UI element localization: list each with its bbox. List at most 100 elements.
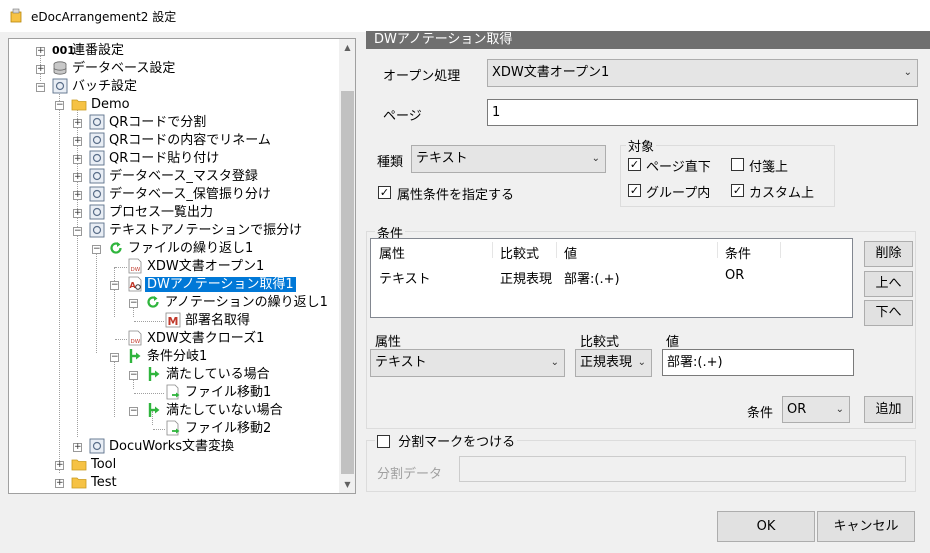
in-group-label: グループ内 bbox=[646, 186, 711, 201]
column-header-attr[interactable]: 属性 bbox=[379, 243, 405, 262]
tree-scrollbar[interactable]: ▲ ▼ bbox=[339, 39, 355, 493]
condition-select[interactable]: OR ⌄ bbox=[782, 396, 850, 423]
ok-button[interactable]: OK bbox=[717, 511, 815, 542]
cancel-button[interactable]: キャンセル bbox=[817, 511, 915, 542]
expand-toggle[interactable]: + bbox=[73, 191, 82, 200]
collapse-toggle[interactable]: − bbox=[92, 245, 101, 254]
cell-attr: テキスト bbox=[379, 272, 431, 287]
move-down-button[interactable]: 下へ bbox=[864, 300, 913, 326]
attr-select[interactable]: テキスト ⌄ bbox=[370, 349, 565, 377]
tree-item-db-storage[interactable]: データベース_保管振り分け bbox=[109, 186, 271, 204]
expand-toggle[interactable]: + bbox=[73, 443, 82, 452]
svg-text:DW: DW bbox=[131, 339, 141, 345]
collapse-toggle[interactable]: − bbox=[129, 299, 138, 308]
open-process-select[interactable]: XDW文書オープン1 ⌄ bbox=[487, 59, 918, 87]
chevron-down-icon: ⌄ bbox=[637, 357, 646, 368]
value-input[interactable]: 部署:(.+) bbox=[662, 349, 854, 376]
database-icon bbox=[53, 61, 67, 75]
compare-select[interactable]: 正規表現 ⌄ bbox=[575, 349, 652, 377]
annotation-get-icon: A bbox=[128, 276, 142, 292]
value-label: 値 bbox=[666, 335, 680, 350]
branch-icon bbox=[148, 403, 160, 417]
svg-text:A: A bbox=[130, 281, 137, 290]
column-header-value[interactable]: 値 bbox=[564, 243, 577, 262]
expand-toggle[interactable]: + bbox=[36, 47, 45, 56]
column-header-compare[interactable]: 比較式 bbox=[500, 243, 539, 262]
scroll-up-icon[interactable]: ▲ bbox=[339, 39, 355, 56]
tree-item-xdw-close[interactable]: XDW文書クローズ1 bbox=[147, 330, 264, 348]
tree-item-text-annotation[interactable]: テキストアノテーションで振分け bbox=[109, 222, 302, 240]
kind-select[interactable]: テキスト ⌄ bbox=[411, 145, 606, 173]
svg-text:DW: DW bbox=[131, 267, 141, 273]
split-mark-label: 分割マークをつける bbox=[398, 435, 516, 450]
tree-item-db-master[interactable]: データベース_マスタ登録 bbox=[109, 168, 258, 186]
split-data-input[interactable] bbox=[459, 456, 906, 482]
page-direct-checkbox[interactable]: ✓ bbox=[628, 158, 641, 171]
collapse-toggle[interactable]: − bbox=[110, 281, 119, 290]
tree-item-qr-paste[interactable]: QRコード貼り付け bbox=[109, 150, 219, 168]
move-up-button[interactable]: 上へ bbox=[864, 271, 913, 297]
folder-icon bbox=[71, 477, 87, 489]
cell-condition: OR bbox=[725, 268, 745, 283]
tree-item-condition-false[interactable]: 満たしていない場合 bbox=[166, 402, 283, 420]
tree-item-process-list[interactable]: プロセス一覧出力 bbox=[109, 204, 213, 222]
collapse-toggle[interactable]: − bbox=[129, 371, 138, 380]
tree-item-xdw-open[interactable]: XDW文書オープン1 bbox=[147, 258, 264, 276]
collapse-toggle[interactable]: − bbox=[36, 83, 45, 92]
delete-button[interactable]: 削除 bbox=[864, 241, 913, 267]
tree-item-file-move-1[interactable]: ファイル移動1 bbox=[185, 384, 271, 402]
file-move-icon bbox=[166, 420, 180, 436]
collapse-toggle[interactable]: − bbox=[73, 227, 82, 236]
tree-item-database[interactable]: データベース設定 bbox=[72, 60, 175, 78]
tree-item-test[interactable]: Test bbox=[91, 474, 117, 492]
tree-item-docuworks-convert[interactable]: DocuWorks文書変換 bbox=[109, 438, 234, 456]
batch-icon bbox=[89, 222, 105, 238]
attr-condition-checkbox[interactable]: ✓ bbox=[378, 186, 391, 199]
branch-icon bbox=[148, 367, 160, 381]
expand-toggle[interactable]: + bbox=[73, 173, 82, 182]
in-group-checkbox[interactable]: ✓ bbox=[628, 184, 641, 197]
tree-item-tool[interactable]: Tool bbox=[91, 456, 116, 474]
tree-item-dw-annotation[interactable]: DWアノテーション取得1 bbox=[145, 276, 296, 294]
collapse-toggle[interactable]: − bbox=[129, 407, 138, 416]
expand-toggle[interactable]: + bbox=[73, 155, 82, 164]
tree-item-qr-rename[interactable]: QRコードの内容でリネーム bbox=[109, 132, 271, 150]
scroll-down-icon[interactable]: ▼ bbox=[339, 476, 355, 493]
svg-text:M: M bbox=[168, 315, 179, 328]
conditions-list[interactable]: 属性 比較式 値 条件 テキスト 正規表現 部署:(.+) OR bbox=[370, 238, 853, 318]
batch-icon bbox=[89, 204, 105, 220]
tree-item-branch[interactable]: 条件分岐1 bbox=[147, 348, 207, 366]
tree-item-file-move-2[interactable]: ファイル移動2 bbox=[185, 420, 271, 438]
expand-toggle[interactable]: + bbox=[73, 119, 82, 128]
expand-toggle[interactable]: + bbox=[36, 65, 45, 74]
file-move-icon bbox=[166, 384, 180, 400]
close-button[interactable] bbox=[884, 0, 930, 32]
tree-item-qr-split[interactable]: QRコードで分割 bbox=[109, 114, 206, 132]
collapse-toggle[interactable]: − bbox=[110, 353, 119, 362]
expand-toggle[interactable]: + bbox=[55, 461, 64, 470]
sticky-checkbox[interactable] bbox=[731, 158, 744, 171]
add-button[interactable]: 追加 bbox=[864, 396, 913, 423]
collapse-toggle[interactable]: − bbox=[55, 101, 64, 110]
tree-item-annotation-loop[interactable]: アノテーションの繰り返し1 bbox=[165, 294, 328, 312]
scroll-thumb[interactable] bbox=[341, 91, 354, 474]
on-custom-label: カスタム上 bbox=[749, 186, 815, 201]
tree-item-sequence[interactable]: 連番設定 bbox=[72, 42, 124, 60]
on-custom-checkbox[interactable]: ✓ bbox=[731, 184, 744, 197]
split-data-label: 分割データ bbox=[377, 467, 443, 482]
expand-toggle[interactable]: + bbox=[55, 479, 64, 488]
tree-item-demo[interactable]: Demo bbox=[91, 96, 130, 114]
expand-toggle[interactable]: + bbox=[73, 137, 82, 146]
split-mark-checkbox[interactable] bbox=[377, 435, 390, 448]
tree-item-batch[interactable]: バッチ設定 bbox=[72, 78, 137, 96]
column-header-condition[interactable]: 条件 bbox=[725, 243, 751, 262]
tree-item-file-loop[interactable]: ファイルの繰り返し1 bbox=[128, 240, 253, 258]
tree-item-condition-true[interactable]: 満たしている場合 bbox=[166, 366, 270, 384]
attr-condition-label: 属性条件を指定する bbox=[397, 188, 515, 203]
chevron-down-icon: ⌄ bbox=[550, 357, 559, 368]
page-direct-label: ページ直下 bbox=[646, 160, 711, 175]
tree-item-department-name[interactable]: 部署名取得 bbox=[185, 312, 250, 330]
settings-tree[interactable]: + 001 連番設定 + データベース設定 − バッチ設定 − Demo + Q… bbox=[8, 38, 356, 494]
expand-toggle[interactable]: + bbox=[73, 209, 82, 218]
page-input[interactable]: 1 bbox=[487, 99, 918, 126]
